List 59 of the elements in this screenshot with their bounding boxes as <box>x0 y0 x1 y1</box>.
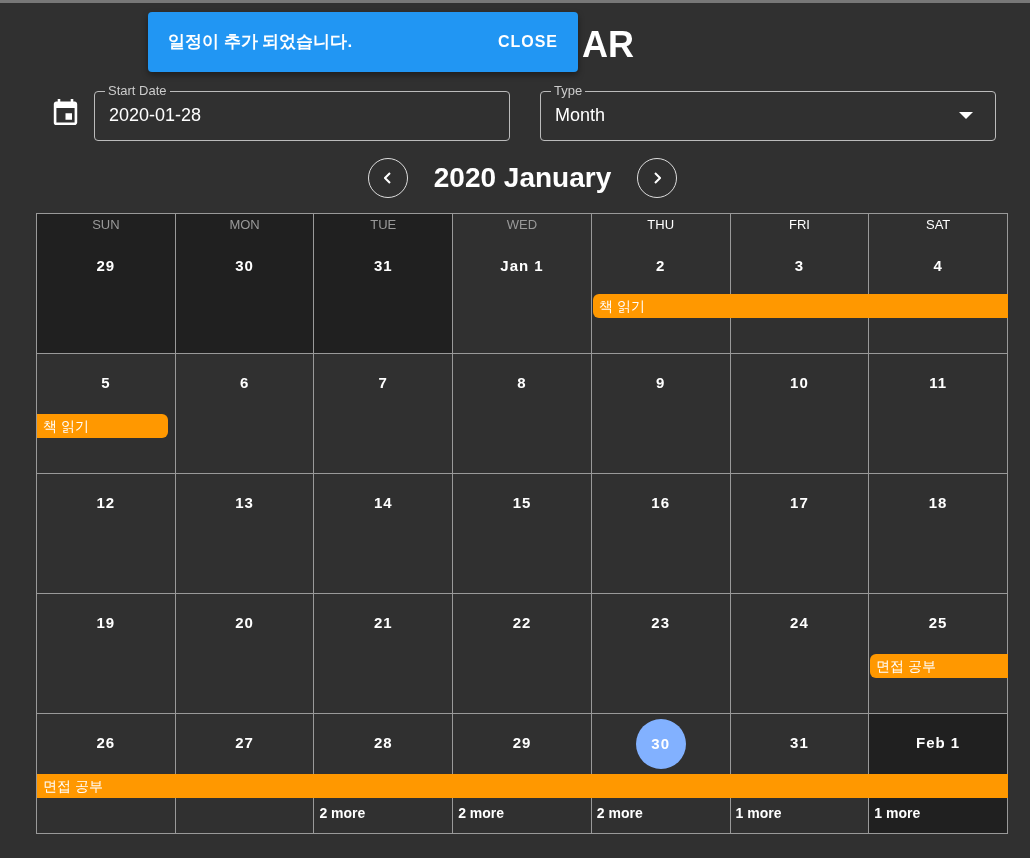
field-value: Month <box>555 104 606 127</box>
day-number[interactable]: 19 <box>92 612 120 635</box>
type-select[interactable]: Type Month <box>540 83 996 141</box>
more-link[interactable]: 2 more <box>591 798 643 824</box>
day-number[interactable]: 5 <box>97 372 115 395</box>
day-number[interactable]: 27 <box>231 732 258 755</box>
field-label: Start Date <box>107 83 168 99</box>
weekday-label: SUN <box>92 217 120 233</box>
more-link[interactable]: 1 more <box>869 798 921 824</box>
day-number[interactable]: 8 <box>513 372 531 395</box>
day-number[interactable]: 29 <box>92 255 120 278</box>
day-number[interactable]: 6 <box>235 372 254 395</box>
month-title: 2020 January <box>433 161 612 195</box>
day-number[interactable]: 9 <box>652 372 670 395</box>
day-number[interactable]: 25 <box>924 612 952 635</box>
day-number[interactable]: 16 <box>647 492 675 515</box>
day-number[interactable]: 13 <box>231 492 258 515</box>
day-number[interactable]: 3 <box>790 255 809 278</box>
day-number[interactable]: 14 <box>369 492 397 515</box>
page-title: AR <box>582 23 634 67</box>
weekday-label: WED <box>506 217 538 233</box>
day-number[interactable]: 21 <box>369 612 397 635</box>
more-link[interactable]: 2 more <box>314 798 366 824</box>
day-number[interactable]: 31 <box>786 732 813 755</box>
day-number[interactable]: 24 <box>786 612 813 635</box>
day-number[interactable]: 12 <box>92 492 120 515</box>
weekday-label: TUE <box>370 217 397 233</box>
day-number[interactable]: 7 <box>374 372 392 395</box>
dropdown-caret-icon <box>959 112 973 119</box>
day-number[interactable]: 28 <box>369 732 397 755</box>
more-link[interactable]: 1 more <box>730 798 782 824</box>
weekday-label: THU <box>647 217 675 233</box>
chevron-left-icon <box>383 172 392 184</box>
day-number[interactable]: 30 <box>231 255 258 278</box>
day-number[interactable]: Feb 1 <box>912 732 965 755</box>
more-link[interactable]: 2 more <box>453 798 505 824</box>
day-number[interactable]: 22 <box>508 612 536 635</box>
day-number[interactable]: 20 <box>231 612 258 635</box>
day-number[interactable]: 18 <box>924 492 952 515</box>
day-number[interactable]: Jan 1 <box>496 255 548 278</box>
day-number[interactable]: 31 <box>369 255 397 278</box>
day-number[interactable]: 10 <box>786 372 813 395</box>
day-number[interactable]: 29 <box>508 732 536 755</box>
day-number[interactable]: 15 <box>508 492 536 515</box>
field-label: Type <box>553 83 584 99</box>
day-number[interactable]: 2 <box>652 255 670 278</box>
weekday-label: SAT <box>925 217 951 233</box>
day-number[interactable]: 23 <box>647 612 675 635</box>
snackbar-message: 일정이 추가 되었습니다. <box>168 31 353 54</box>
day-number[interactable]: 26 <box>92 732 120 755</box>
day-number[interactable]: 11 <box>925 372 952 395</box>
field-value: 2020-01-28 <box>109 104 202 127</box>
weekday-label: FRI <box>788 217 810 233</box>
calendar-icon[interactable] <box>53 99 78 125</box>
weekday-label: MON <box>229 217 260 233</box>
day-number[interactable]: 17 <box>786 492 813 515</box>
date-field[interactable]: Start Date 2020-01-28 <box>94 83 510 141</box>
day-number[interactable]: 4 <box>929 255 947 278</box>
chevron-right-icon <box>653 172 662 184</box>
